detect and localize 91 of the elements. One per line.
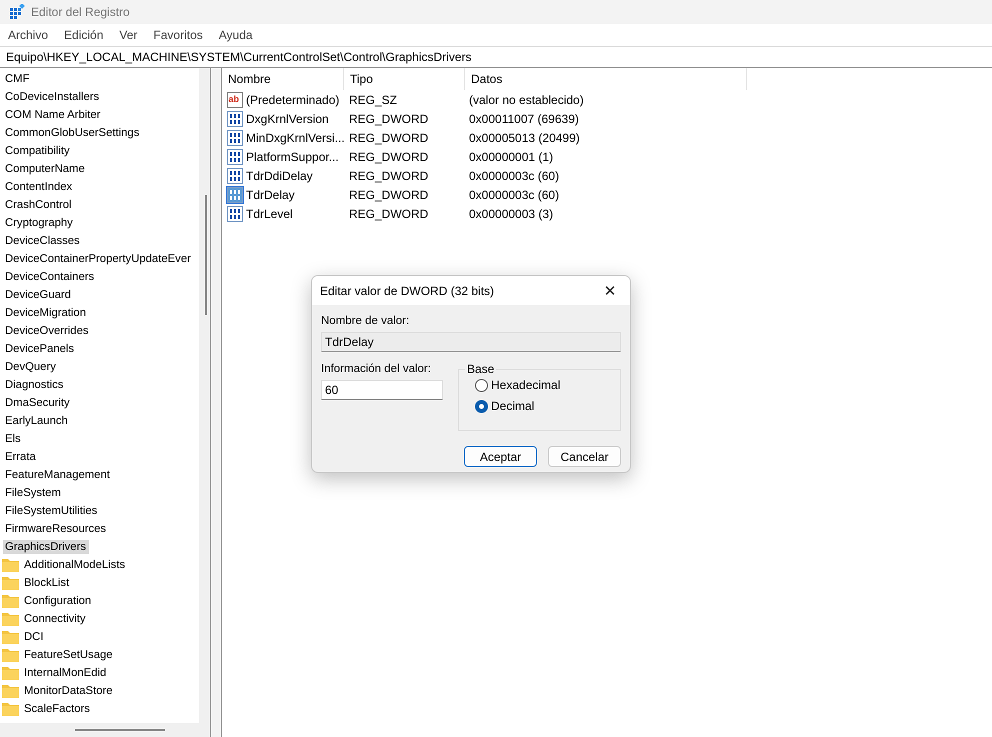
folder-icon: [2, 702, 19, 716]
menu-item[interactable]: Ver: [119, 28, 138, 42]
tree-item[interactable]: DeviceContainers: [3, 270, 98, 284]
tree-item[interactable]: DevQuery: [3, 360, 59, 374]
menu-item[interactable]: Edición: [64, 28, 104, 42]
table-cell-text: REG_DWORD: [348, 168, 430, 182]
field-label: Información del valor:: [321, 363, 432, 375]
input-field[interactable]: 60: [321, 380, 443, 400]
tree-item[interactable]: FileSystem: [3, 486, 64, 500]
table-cell-text: 0x0000003c (60): [468, 188, 560, 202]
table-cell-text: REG_DWORD: [348, 188, 430, 202]
radio-button[interactable]: [475, 378, 488, 392]
tree-item[interactable]: DeviceClasses: [3, 234, 83, 248]
tree-item[interactable]: Connectivity: [22, 612, 89, 626]
value-name[interactable]: TdrDelay: [246, 188, 295, 202]
tree-item[interactable]: AdditionalModeLists: [22, 558, 128, 572]
table-cell-text: 0x00005013 (20499): [468, 130, 581, 144]
column-header[interactable]: Nombre: [222, 68, 344, 90]
folder-icon: [2, 666, 19, 680]
tree-item[interactable]: DCI: [22, 630, 46, 644]
tree-item[interactable]: ComputerName: [3, 162, 88, 176]
input-field[interactable]: TdrDelay: [321, 332, 621, 352]
folder-icon: [2, 648, 19, 662]
table-cell-text: REG_DWORD: [348, 112, 430, 126]
value-name[interactable]: TdrDdiDelay: [246, 168, 313, 182]
table-cell-text: REG_DWORD: [348, 206, 430, 220]
ok-button[interactable]: Aceptar: [464, 446, 537, 467]
tree-item[interactable]: Cryptography: [3, 216, 76, 230]
value-name[interactable]: PlatformSuppor...: [246, 150, 339, 164]
tree-item[interactable]: InternalMonEdid: [22, 666, 110, 680]
tree-item[interactable]: DeviceMigration: [3, 306, 89, 320]
tree-item[interactable]: FirmwareResources: [3, 522, 110, 536]
tree-item[interactable]: Els: [3, 432, 24, 446]
tree-item[interactable]: MonitorDataStore: [22, 684, 116, 698]
tree-item[interactable]: COM Name Arbiter: [3, 108, 104, 122]
tree-item[interactable]: BlockList: [22, 576, 72, 590]
table-cell-text: (valor no establecido): [468, 92, 585, 106]
tree-item[interactable]: CommonGlobUserSettings: [3, 126, 142, 140]
value-name[interactable]: DxgKrnlVersion: [246, 112, 329, 126]
menu-item[interactable]: Favoritos: [153, 28, 203, 42]
folder-icon: [2, 594, 19, 608]
value-name[interactable]: TdrLevel: [246, 206, 293, 220]
tree-item[interactable]: CMF: [3, 72, 32, 86]
tree-item[interactable]: EarlyLaunch: [3, 414, 71, 428]
table-cell-text: REG_SZ: [348, 92, 398, 106]
radio-label[interactable]: Decimal: [491, 399, 534, 413]
tree-item[interactable]: FeatureManagement: [3, 468, 113, 482]
tree-item[interactable]: Compatibility: [3, 144, 73, 158]
tree-item[interactable]: Diagnostics: [3, 378, 66, 392]
tree-item[interactable]: CrashControl: [3, 198, 75, 212]
tree-item[interactable]: DevicePanels: [3, 342, 78, 356]
address-bar[interactable]: Equipo\HKEY_LOCAL_MACHINE\SYSTEM\CurrentControlSet\Control\GraphicsDrivers: [0, 46, 992, 68]
value-name[interactable]: (Predeterminado): [246, 92, 340, 106]
tree-item[interactable]: ScaleFactors: [22, 702, 93, 716]
folder-icon: [2, 612, 19, 626]
tree-item[interactable]: ContentIndex: [3, 180, 76, 194]
tree-item[interactable]: FeatureSetUsage: [22, 648, 116, 662]
string-value-icon: ab: [227, 92, 243, 108]
table-cell-text: 0x00011007 (69639): [468, 112, 580, 126]
tree-item[interactable]: DeviceOverrides: [3, 324, 92, 338]
tree-item[interactable]: DmaSecurity: [3, 396, 73, 410]
tree-item[interactable]: Errata: [3, 450, 39, 464]
tree-item[interactable]: FileSystemUtilities: [3, 504, 100, 518]
table-cell-text: 0x00000001 (1): [468, 150, 554, 164]
table-cell-text: 0x0000003c (60): [468, 168, 560, 182]
tree-item[interactable]: Configuration: [22, 594, 94, 608]
menu-item[interactable]: Archivo: [8, 28, 48, 42]
tree-item[interactable]: DeviceContainerPropertyUpdateEver: [3, 252, 194, 266]
radio-label[interactable]: Hexadecimal: [491, 378, 560, 392]
cancel-button[interactable]: Cancelar: [548, 446, 621, 467]
column-header[interactable]: Datos: [465, 68, 747, 90]
tree-item[interactable]: GraphicsDrivers: [3, 540, 89, 554]
dialog-title: Editar valor de DWORD (32 bits): [320, 284, 494, 298]
registry-icon: [9, 4, 25, 20]
table-cell-text: REG_DWORD: [348, 130, 430, 144]
value-name[interactable]: MinDxgKrnlVersi...: [246, 130, 345, 144]
radio-button[interactable]: [475, 400, 488, 412]
column-header[interactable]: Tipo: [344, 68, 465, 90]
close-button[interactable]: ✕: [590, 276, 630, 305]
folder-icon: [2, 630, 19, 644]
folder-icon: [2, 558, 19, 572]
table-cell-text: 0x00000003 (3): [468, 206, 554, 220]
folder-icon: [2, 576, 19, 590]
menu-item[interactable]: Ayuda: [218, 28, 253, 42]
window-title: Editor del Registro: [31, 5, 130, 19]
tree-item[interactable]: DeviceGuard: [3, 288, 74, 302]
table-cell-text: REG_DWORD: [348, 150, 430, 164]
folder-icon: [2, 684, 19, 698]
tree-item[interactable]: CoDeviceInstallers: [3, 90, 102, 104]
field-label: Nombre de valor:: [321, 315, 410, 327]
group-label: Base: [465, 362, 496, 376]
